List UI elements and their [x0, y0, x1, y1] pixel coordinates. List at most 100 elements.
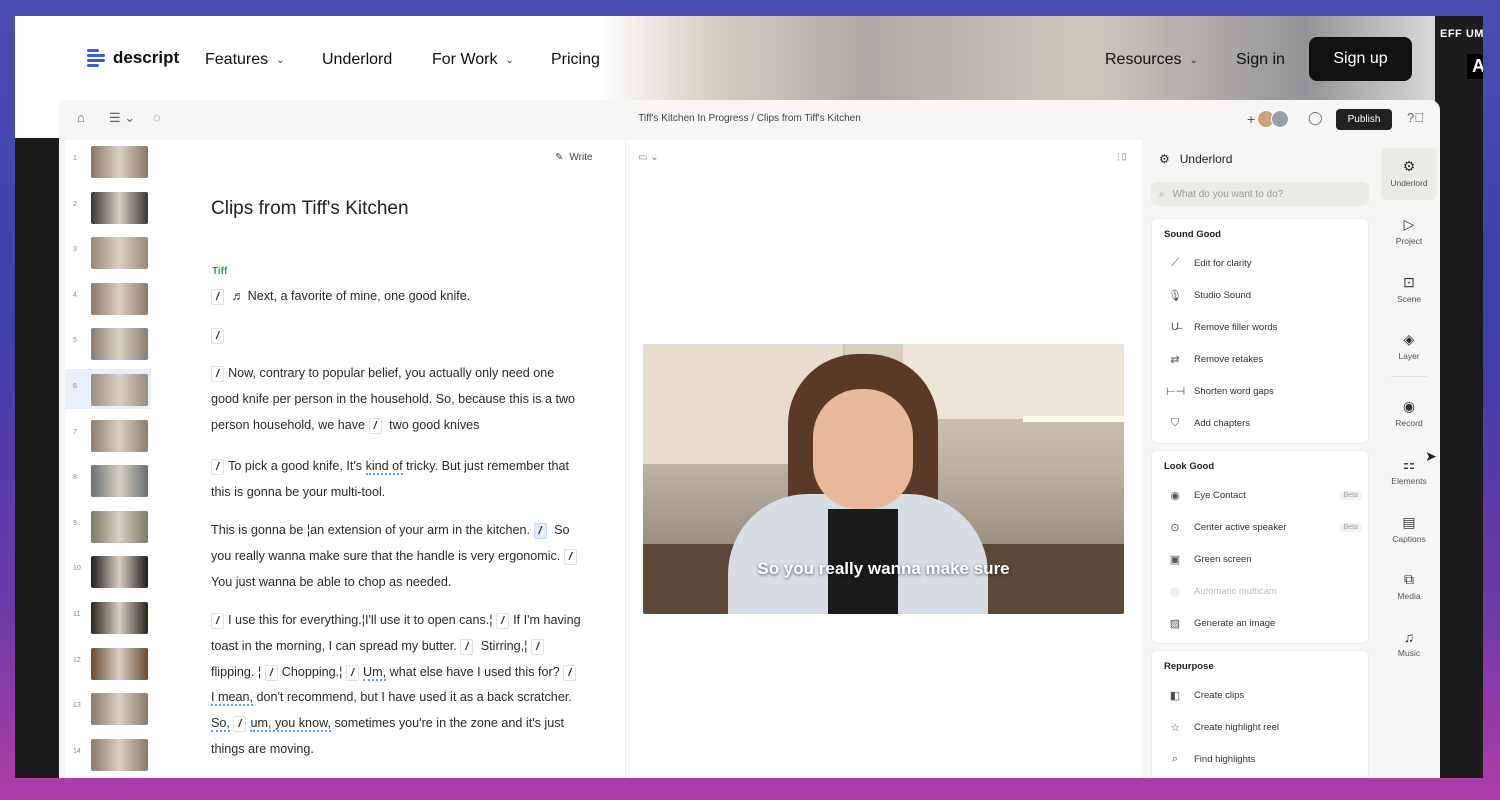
rail-underlord[interactable]: ⚙ Underlord	[1381, 148, 1437, 200]
script-editor[interactable]: ✎ Write Clips from Tiff's Kitchen Tiff /…	[151, 140, 626, 778]
rail-divider	[1391, 376, 1427, 377]
transcript-paragraph[interactable]: / ♬ Next, a favorite of mine, one good k…	[211, 284, 581, 310]
video-caption[interactable]: So you really wanna make sure	[643, 559, 1124, 579]
wand-icon: ⟋	[1171, 256, 1179, 269]
publish-button[interactable]: Publish	[1336, 109, 1392, 130]
filler-word[interactable]: um, you know,	[250, 716, 331, 733]
scene-thumbnail[interactable]: 3	[65, 232, 151, 272]
action-green-screen[interactable]: ▣ Green screen	[1166, 549, 1362, 569]
scene-marker[interactable]: /	[368, 417, 382, 434]
rail-scene[interactable]: ⊡ Scene	[1381, 264, 1437, 316]
aspect-ratio-icon[interactable]: ▭ ⌄	[638, 152, 659, 163]
doc-title[interactable]: Clips from Tiff's Kitchen	[211, 198, 409, 220]
background-text: EFF UMB	[1440, 28, 1483, 40]
collaborators[interactable]: +	[1247, 110, 1290, 128]
action-eye-contact[interactable]: ◉ Eye Contact Beta	[1166, 485, 1362, 505]
help-icon[interactable]: ?⃝	[1407, 110, 1424, 125]
scene-thumbnail[interactable]: 9	[65, 506, 151, 546]
comment-icon[interactable]: ◯	[1308, 110, 1323, 126]
scene-thumbnail[interactable]: 10	[65, 551, 151, 591]
sign-in-link[interactable]: Sign in	[1236, 51, 1285, 69]
scene-thumbnail[interactable]: 5	[65, 323, 151, 363]
rail-captions[interactable]: ▤ Captions	[1381, 504, 1437, 556]
transcript-paragraph[interactable]: This is gonna be ¦an extension of your a…	[211, 518, 581, 595]
action-create-clips[interactable]: ◧ Create clips	[1166, 685, 1362, 705]
search-icon: ⌕	[1171, 752, 1179, 765]
scene-thumbnail[interactable]: 11	[65, 597, 151, 637]
filler-word[interactable]: Um,	[363, 664, 387, 681]
scene-thumbnail[interactable]: 6	[65, 369, 151, 409]
rail-media[interactable]: ⧉ Media	[1381, 561, 1437, 613]
action-add-chapters[interactable]: ⛉ Add chapters	[1166, 413, 1362, 433]
action-edit-for-clarity[interactable]: ⟋ Edit for clarity	[1166, 253, 1362, 273]
layout-toggle-icon[interactable]: ⫶▯	[1117, 152, 1129, 165]
rail-label: Scene	[1396, 294, 1422, 304]
nav-pricing[interactable]: Pricing	[551, 51, 600, 69]
transcript-text: Next, a favorite of mine, one good knife…	[247, 289, 471, 303]
thumbnail-image	[91, 510, 148, 543]
scene-marker[interactable]: /	[211, 289, 225, 305]
filler-word[interactable]: kind of	[365, 459, 403, 475]
breadcrumb[interactable]: Tiff's Kitchen In Progress / Clips from …	[59, 113, 1440, 124]
nav-for-work[interactable]: For Work ⌄	[432, 51, 514, 69]
nav-resources[interactable]: Resources ⌄	[1105, 51, 1198, 69]
scene-marker[interactable]: /	[533, 523, 547, 539]
rail-music[interactable]: ♫ Music	[1381, 619, 1437, 671]
rail-label: Captions	[1392, 534, 1426, 544]
rail-layer[interactable]: ◈ Layer	[1381, 321, 1437, 373]
filler-word[interactable]: I mean,	[211, 690, 253, 707]
scene-thumbnail[interactable]: 14	[65, 734, 151, 774]
action-center-active-speaker[interactable]: ⊙ Center active speaker Beta	[1166, 517, 1362, 537]
scene-marker[interactable]: /	[211, 328, 225, 344]
scene-marker[interactable]: /	[264, 664, 278, 681]
plus-icon[interactable]: +	[1247, 111, 1255, 127]
transcript-paragraph[interactable]: / To pick a good knife, It's kind of tric…	[211, 454, 581, 506]
scene-marker[interactable]: /	[211, 366, 225, 382]
filler-word[interactable]: So,	[211, 716, 230, 733]
action-generate-an-image[interactable]: ▨ Generate an image	[1166, 613, 1362, 633]
speaker-label[interactable]: Tiff	[212, 266, 227, 277]
action-label: Create clips	[1194, 689, 1245, 701]
underlord-search-input[interactable]: ⌕ What do you want to do?	[1151, 182, 1369, 206]
sign-up-button[interactable]: Sign up	[1309, 37, 1412, 81]
transcript-paragraph[interactable]: / Now, contrary to popular belief, you ac…	[211, 361, 581, 438]
nav-features[interactable]: Features ⌄	[205, 51, 285, 69]
transcript-paragraph[interactable]: / I use this for everything.¦I'll use it …	[211, 608, 581, 763]
action-shorten-word-gaps[interactable]: ⊢⊣ Shorten word gaps	[1166, 381, 1362, 401]
scene-thumbnail[interactable]: 4	[65, 278, 151, 318]
scene-thumbnail[interactable]: 13	[65, 688, 151, 728]
action-create-highlight-reel[interactable]: ☆ Create highlight reel	[1166, 717, 1362, 737]
rail-project[interactable]: ▷ Project	[1381, 206, 1437, 258]
nav-underlord[interactable]: Underlord	[322, 51, 392, 69]
action-remove-filler-words[interactable]: U̶ Remove filler words	[1166, 317, 1362, 337]
write-button[interactable]: ✎ Write	[555, 152, 593, 163]
scene-marker[interactable]: /	[530, 638, 545, 655]
scene-marker[interactable]: /	[211, 459, 225, 475]
video-canvas[interactable]: So you really wanna make sure	[643, 344, 1124, 614]
scene-thumbnail[interactable]: 7	[65, 415, 151, 455]
scene-marker[interactable]: /	[345, 664, 359, 681]
scene-marker[interactable]: /	[563, 664, 577, 681]
action-studio-sound[interactable]: 🎙 Studio Sound	[1166, 285, 1362, 305]
scene-marker[interactable]: /	[233, 716, 247, 733]
action-find-highlights[interactable]: ⌕ Find highlights	[1166, 749, 1362, 769]
beta-badge: Beta	[1339, 522, 1362, 532]
chevron-down-icon: ⌄	[1189, 54, 1198, 66]
scene-thumbnail[interactable]: 1	[65, 141, 151, 181]
scene-marker[interactable]: /	[460, 638, 474, 655]
scene-marker[interactable]: /	[563, 548, 577, 565]
scene-marker[interactable]: /	[496, 613, 510, 629]
action-remove-retakes[interactable]: ⇄ Remove retakes	[1166, 349, 1362, 369]
scene-thumbnail[interactable]: 12	[65, 643, 151, 683]
transcript-paragraph[interactable]: /	[211, 323, 581, 349]
descript-logo[interactable]: descript	[87, 47, 179, 69]
action-automatic-multicam[interactable]: ◎ Automatic multicam	[1166, 581, 1362, 601]
scene-marker[interactable]: /	[211, 613, 225, 629]
rail-record[interactable]: ◉ Record	[1381, 388, 1437, 440]
chevron-down-icon: ⌄	[505, 54, 514, 66]
scene-thumbnail[interactable]: 8	[65, 460, 151, 500]
scene-thumbnail[interactable]: 2	[65, 187, 151, 227]
card-title: Repurpose	[1164, 661, 1214, 672]
thumbnail-number: 6	[73, 383, 77, 390]
thumbnail-image	[91, 146, 148, 178]
